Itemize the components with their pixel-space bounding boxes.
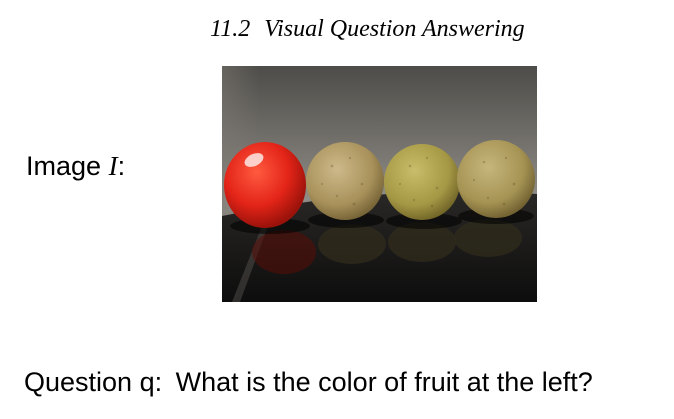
section-number: 11.2 bbox=[210, 16, 251, 42]
image-label-prefix: Image bbox=[26, 151, 102, 181]
fruit-photo bbox=[222, 66, 537, 302]
tomato-reflection bbox=[252, 230, 316, 274]
fruit-photo-graphic bbox=[222, 66, 537, 302]
longan-1 bbox=[306, 142, 384, 220]
image-variable: I bbox=[108, 151, 118, 181]
longan-reflection bbox=[454, 219, 522, 257]
image-label-suffix: : bbox=[117, 151, 126, 181]
question-prefix: Question q: bbox=[24, 367, 163, 397]
longan-2 bbox=[384, 144, 460, 220]
section-header: 11.2 Visual Question Answering bbox=[210, 14, 525, 44]
question: Question q: What is the color of fruit a… bbox=[24, 366, 593, 398]
section-title: Visual Question Answering bbox=[264, 16, 525, 42]
tomato bbox=[224, 142, 306, 228]
image-label: Image I: bbox=[26, 150, 125, 182]
longan-3 bbox=[457, 140, 535, 218]
question-text: What is the color of fruit at the left? bbox=[175, 367, 593, 397]
longan-reflection bbox=[318, 224, 386, 264]
